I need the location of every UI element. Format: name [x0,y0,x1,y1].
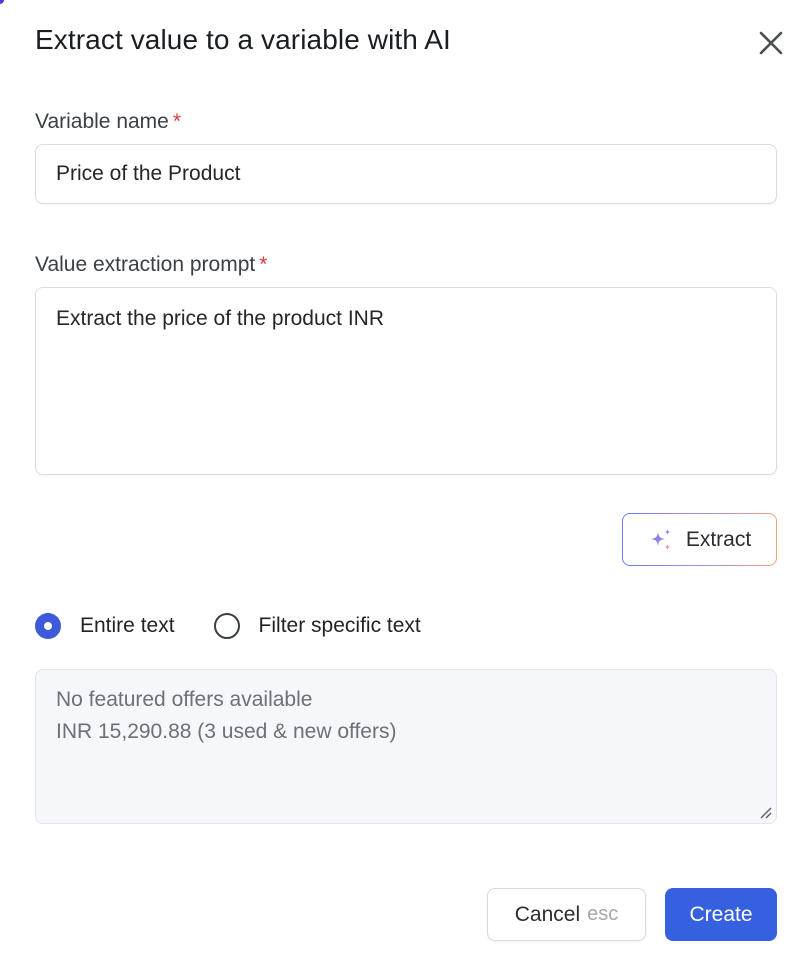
radio-option-entire-text[interactable]: Entire text [35,613,175,639]
close-icon [756,28,786,58]
prompt-label: Value extraction prompt * [35,253,267,277]
extract-button[interactable]: Extract [622,513,777,566]
required-marker: * [259,253,268,276]
preview-line: No featured offers available [56,688,313,711]
prompt-label-text: Value extraction prompt [35,253,256,276]
corner-accent [0,0,4,4]
cancel-button-label: Cancel [514,902,581,926]
variable-name-label-text: Variable name [35,110,169,133]
cancel-button[interactable]: Cancel esc [487,888,646,941]
preview-line: INR 15,290.88 (3 used & new offers) [56,720,397,743]
extraction-prompt-textarea[interactable]: Extract the price of the product INR [35,287,777,475]
sparkle-icon [648,527,674,553]
extracted-text-preview[interactable]: No featured offers available INR 15,290.… [35,669,777,824]
variable-name-label: Variable name * [35,110,181,134]
dialog-title: Extract value to a variable with AI [35,24,451,55]
radio-entire-text[interactable] [35,613,61,639]
extract-variable-dialog: Extract value to a variable with AI Vari… [0,0,808,954]
text-mode-radio-group: Entire text Filter specific text [35,613,421,639]
variable-name-input[interactable]: Price of the Product [35,144,777,204]
radio-label-filter-specific-text: Filter specific text [258,614,421,637]
radio-option-filter-specific-text[interactable]: Filter specific text [213,613,421,639]
resize-handle-icon[interactable] [757,804,773,820]
extract-button-label: Extract [685,527,752,551]
required-marker: * [172,110,182,133]
create-button[interactable]: Create [665,888,777,941]
close-button[interactable] [756,28,786,58]
esc-shortcut-hint: esc [587,903,619,925]
radio-label-entire-text: Entire text [80,614,175,637]
radio-filter-specific-text[interactable] [213,613,240,639]
